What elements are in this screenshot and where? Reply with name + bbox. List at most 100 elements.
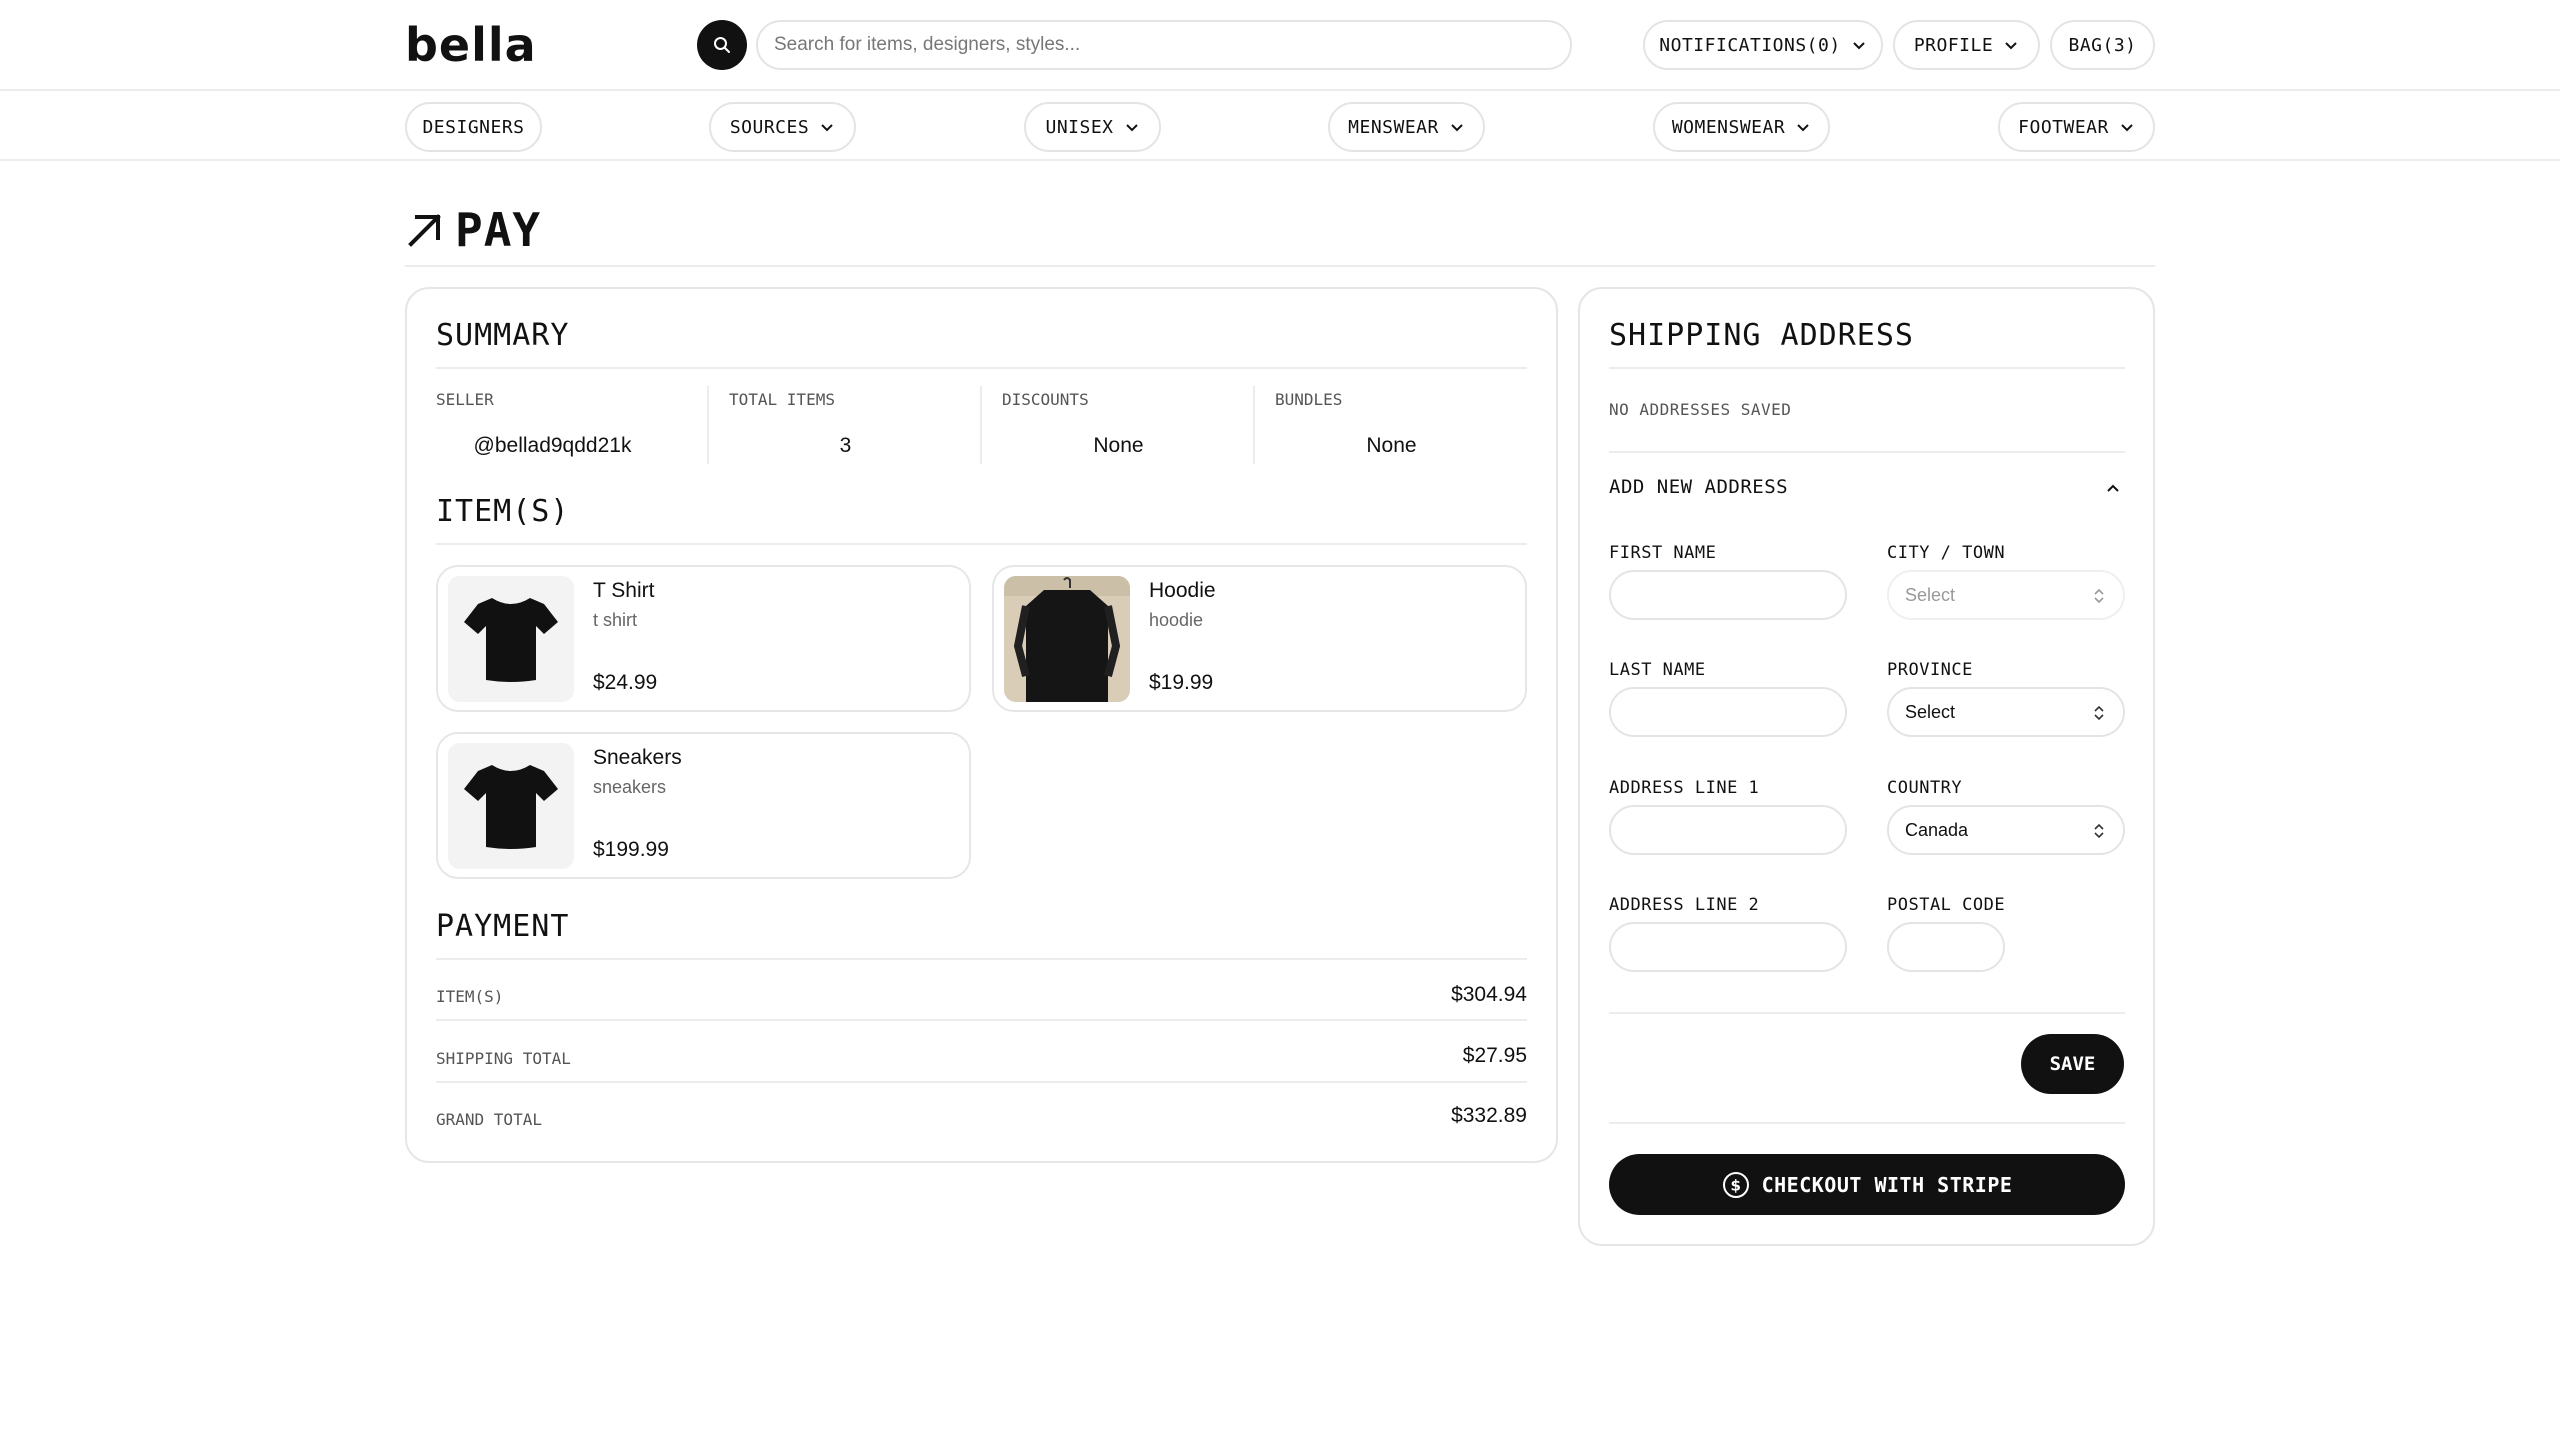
city-select-value: Select (1905, 584, 1956, 605)
first-name-label: FIRST NAME (1609, 543, 1717, 563)
category-label: MENSWEAR (1348, 116, 1439, 138)
category-designers[interactable]: DESIGNERS (405, 102, 542, 152)
items-total-value: $304.94 (1451, 983, 1527, 1006)
divider (436, 958, 1527, 960)
category-footwear[interactable]: FOOTWEAR (1998, 102, 2155, 152)
checkout-button-label: CHECKOUT WITH STRIPE (1761, 1172, 2013, 1197)
hoodie-image (1004, 576, 1130, 702)
shipping-total-value: $27.95 (1462, 1044, 1527, 1067)
item-card[interactable]: Sneakers sneakers $199.99 (436, 732, 971, 879)
chevron-down-icon (1852, 42, 1865, 50)
bundles-label: BUNDLES (1275, 390, 1343, 409)
chevron-down-icon (2121, 124, 2133, 132)
category-label: DESIGNERS (422, 116, 525, 138)
total-items-value: 3 (839, 434, 852, 457)
search-icon (714, 37, 730, 53)
item-subtitle: hoodie (1149, 610, 1204, 630)
tshirt-image (448, 743, 574, 869)
item-subtitle: sneakers (593, 777, 667, 797)
category-label: SOURCES (729, 116, 810, 138)
seller-value[interactable]: @bellad9qdd21k (416, 434, 689, 458)
divider (436, 543, 1527, 545)
category-label: WOMENSWEAR (1671, 116, 1786, 138)
svg-text:$: $ (1730, 1176, 1741, 1194)
item-price: $199.99 (593, 838, 669, 861)
item-thumbnail (448, 743, 574, 869)
divider (436, 367, 1527, 369)
notifications-button[interactable]: NOTIFICATIONS(0) (1643, 20, 1883, 70)
item-price: $19.99 (1149, 671, 1214, 694)
bag-button[interactable]: BAG(3) (2050, 20, 2155, 70)
add-new-address-label: ADD NEW ADDRESS (1609, 476, 1789, 498)
discounts-value: None (1093, 434, 1144, 457)
summary-seller: SELLER @bellad9qdd21k (416, 386, 689, 468)
payment-heading: PAYMENT (436, 909, 570, 944)
divider (1609, 451, 2125, 453)
grand-total-label: GRAND TOTAL (436, 1110, 542, 1129)
category-label: UNISEX (1045, 116, 1114, 138)
city-select[interactable]: Select (1887, 570, 2125, 620)
bag-label: BAG(3) (2068, 34, 2137, 56)
category-label: FOOTWEAR (2018, 116, 2109, 138)
checkout-with-stripe-button[interactable]: $ CHECKOUT WITH STRIPE (1609, 1154, 2125, 1215)
bundles-value: None (1366, 434, 1417, 457)
chevron-updown-icon (2094, 823, 2104, 839)
profile-label: PROFILE (1913, 34, 1994, 56)
seller-label: SELLER (436, 390, 494, 409)
brand-logo[interactable]: bella (405, 18, 537, 72)
profile-button[interactable]: PROFILE (1893, 20, 2040, 70)
save-button[interactable]: SAVE (2021, 1034, 2124, 1094)
chevron-up-icon (2107, 484, 2119, 492)
search-button[interactable] (697, 20, 747, 70)
top-header: bella NOTIFICATIONS(0) PROFILE BAG(3) (0, 0, 2560, 91)
last-name-field[interactable] (1609, 687, 1847, 737)
item-name: T Shirt (593, 579, 655, 602)
summary-heading: SUMMARY (436, 318, 570, 353)
search-input[interactable] (756, 20, 1572, 70)
shipping-heading: SHIPPING ADDRESS (1609, 318, 1914, 353)
chevron-updown-icon (2094, 588, 2104, 604)
item-thumbnail (1004, 576, 1130, 702)
category-menswear[interactable]: MENSWEAR (1328, 102, 1485, 152)
chevron-down-icon (1797, 124, 1809, 132)
province-select[interactable]: Select (1887, 687, 2125, 737)
items-total-label: ITEM(S) (436, 987, 504, 1006)
arrow-up-right-icon (408, 214, 441, 247)
address-line-2-field[interactable] (1609, 922, 1847, 972)
chevron-updown-icon (2094, 705, 2104, 721)
item-thumbnail (448, 576, 574, 702)
tshirt-image (448, 576, 574, 702)
divider (1609, 1122, 2125, 1124)
item-card[interactable]: Hoodie hoodie $19.99 (992, 565, 1527, 712)
item-card[interactable]: T Shirt t shirt $24.99 (436, 565, 971, 712)
category-sources[interactable]: SOURCES (709, 102, 856, 152)
summary-total-items: TOTAL ITEMS 3 (709, 386, 982, 468)
country-select-value: Canada (1905, 819, 1969, 840)
title-divider (405, 265, 2155, 267)
page-title-text: PAY (455, 203, 542, 257)
address-line-1-field[interactable] (1609, 805, 1847, 855)
postal-code-field[interactable] (1887, 922, 2005, 972)
no-addresses-text: NO ADDRESSES SAVED (1609, 400, 1792, 419)
last-name-label: LAST NAME (1609, 660, 1706, 680)
save-button-label: SAVE (2049, 1053, 2096, 1075)
item-subtitle: t shirt (593, 610, 638, 630)
add-new-address-toggle[interactable]: ADD NEW ADDRESS (1609, 470, 2125, 506)
country-label: COUNTRY (1887, 778, 1963, 798)
category-nav: DESIGNERS SOURCES UNISEX MENSWEAR WOMENS… (0, 92, 2560, 161)
logo-text: bella (405, 18, 537, 72)
province-select-value: Select (1905, 701, 1956, 722)
chevron-down-icon (1125, 124, 1138, 132)
discounts-label: DISCOUNTS (1002, 390, 1089, 409)
grand-total-value: $332.89 (1451, 1104, 1527, 1127)
divider (436, 1019, 1527, 1021)
item-name: Hoodie (1149, 579, 1216, 602)
category-unisex[interactable]: UNISEX (1024, 102, 1161, 152)
total-items-label: TOTAL ITEMS (729, 390, 835, 409)
chevron-down-icon (1451, 124, 1463, 132)
first-name-field[interactable] (1609, 570, 1847, 620)
country-select[interactable]: Canada (1887, 805, 2125, 855)
category-womenswear[interactable]: WOMENSWEAR (1653, 102, 1830, 152)
province-label: PROVINCE (1887, 660, 1973, 680)
city-label: CITY / TOWN (1887, 543, 2006, 563)
